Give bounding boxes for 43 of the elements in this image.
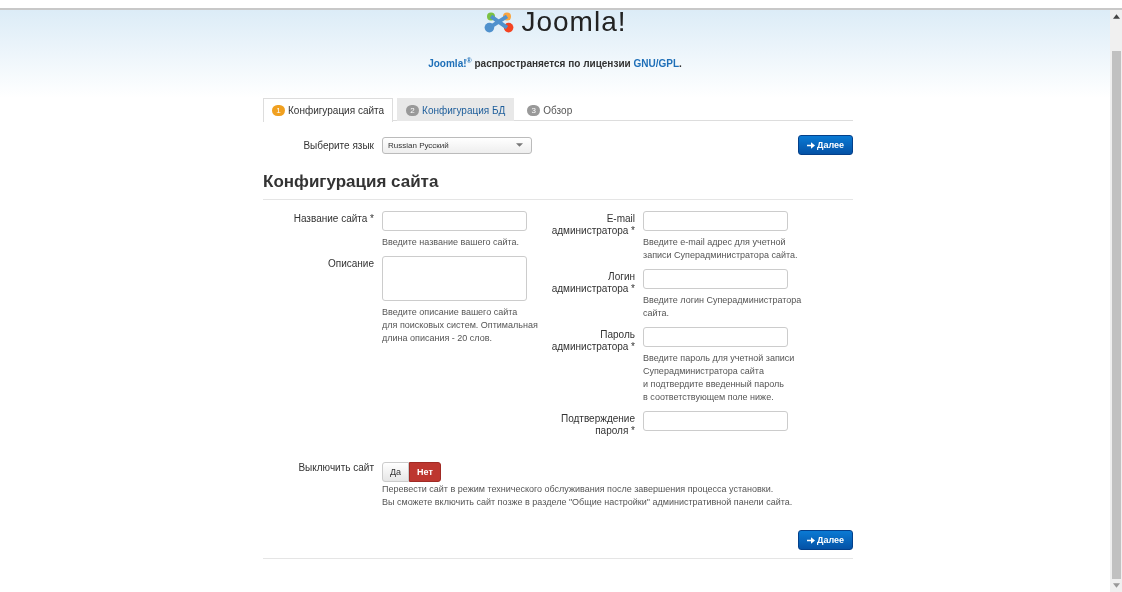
input-field[interactable]: [643, 411, 788, 431]
field-label: Пароль администратора *: [550, 328, 636, 354]
input-field[interactable]: [643, 327, 788, 347]
field-label: Логин администратора *: [550, 270, 636, 296]
text-area[interactable]: [382, 256, 527, 301]
scroll-down-icon[interactable]: [1112, 583, 1120, 588]
input-field[interactable]: [643, 211, 788, 231]
scrollbar[interactable]: [1110, 10, 1122, 592]
field-hint: Введите e-mail адрес для учетной записи Суперадминистратора сайта.: [643, 236, 798, 262]
step-tab[interactable]: 1 Конфигурация сайта: [263, 98, 394, 122]
field-hint: Введите логин Суперадминистратора сайта.: [643, 294, 802, 320]
language-select[interactable]: Russian Русский: [382, 136, 532, 154]
caret-icon: [516, 143, 523, 147]
arrow-right-icon: [806, 536, 815, 544]
field-label: Подтверждение пароля *: [559, 412, 636, 437]
field-hint: Введите пароль для учетной записи Суперадминистратора сайта и подтвердите введенный пароль в соответствующем поле ниже.: [643, 352, 795, 404]
step-tab[interactable]: 2 Конфигурация БД: [397, 98, 515, 121]
step-tab[interactable]: 3 Обзор: [518, 98, 582, 121]
section-heading: Конфигурация сайта: [263, 172, 853, 200]
input-field[interactable]: [382, 211, 527, 231]
brand-link[interactable]: Joomla!$^{®}$: [428, 58, 472, 70]
field-label: E-mail администратора *: [550, 212, 636, 238]
field-hint: Введите описание вашего сайта для поисковых систем. Оптимальная длина описания - 20 слов.: [382, 306, 538, 345]
offline-label: Выключить сайт: [297, 462, 375, 475]
step-number-badge: 3: [527, 104, 541, 116]
next-button[interactable]: Далее: [797, 530, 853, 550]
license-text: Joomla!$^{®}$ распространяется по лицензии GNU/GPL.: [428, 57, 682, 70]
field-label: Описание: [327, 257, 375, 271]
toggle-option[interactable]: Да: [382, 462, 410, 482]
offline-hint: Перевести сайт в режим технического обслуживания после завершения процесса установки. Вы сможете включить сайт позже в разделе "Общие настройки" административной панели сайта.: [382, 483, 793, 509]
field-label: Название сайта *: [292, 212, 375, 226]
next-button[interactable]: Далее: [797, 135, 853, 155]
step-number-badge: 2: [406, 104, 420, 116]
logo-icon: [483, 10, 516, 34]
scroll-up-icon[interactable]: [1112, 14, 1120, 19]
field-hint: Введите название вашего сайта.: [382, 236, 521, 249]
language-label: Выберите язык: [302, 139, 375, 151]
arrow-right-icon: [806, 141, 815, 149]
input-field[interactable]: [643, 269, 788, 289]
logo-text: Joomla!: [521, 8, 627, 36]
toggle-option[interactable]: Нет: [409, 462, 441, 482]
license-link[interactable]: GNU/GPL: [633, 58, 679, 70]
step-number-badge: 1: [272, 105, 285, 116]
